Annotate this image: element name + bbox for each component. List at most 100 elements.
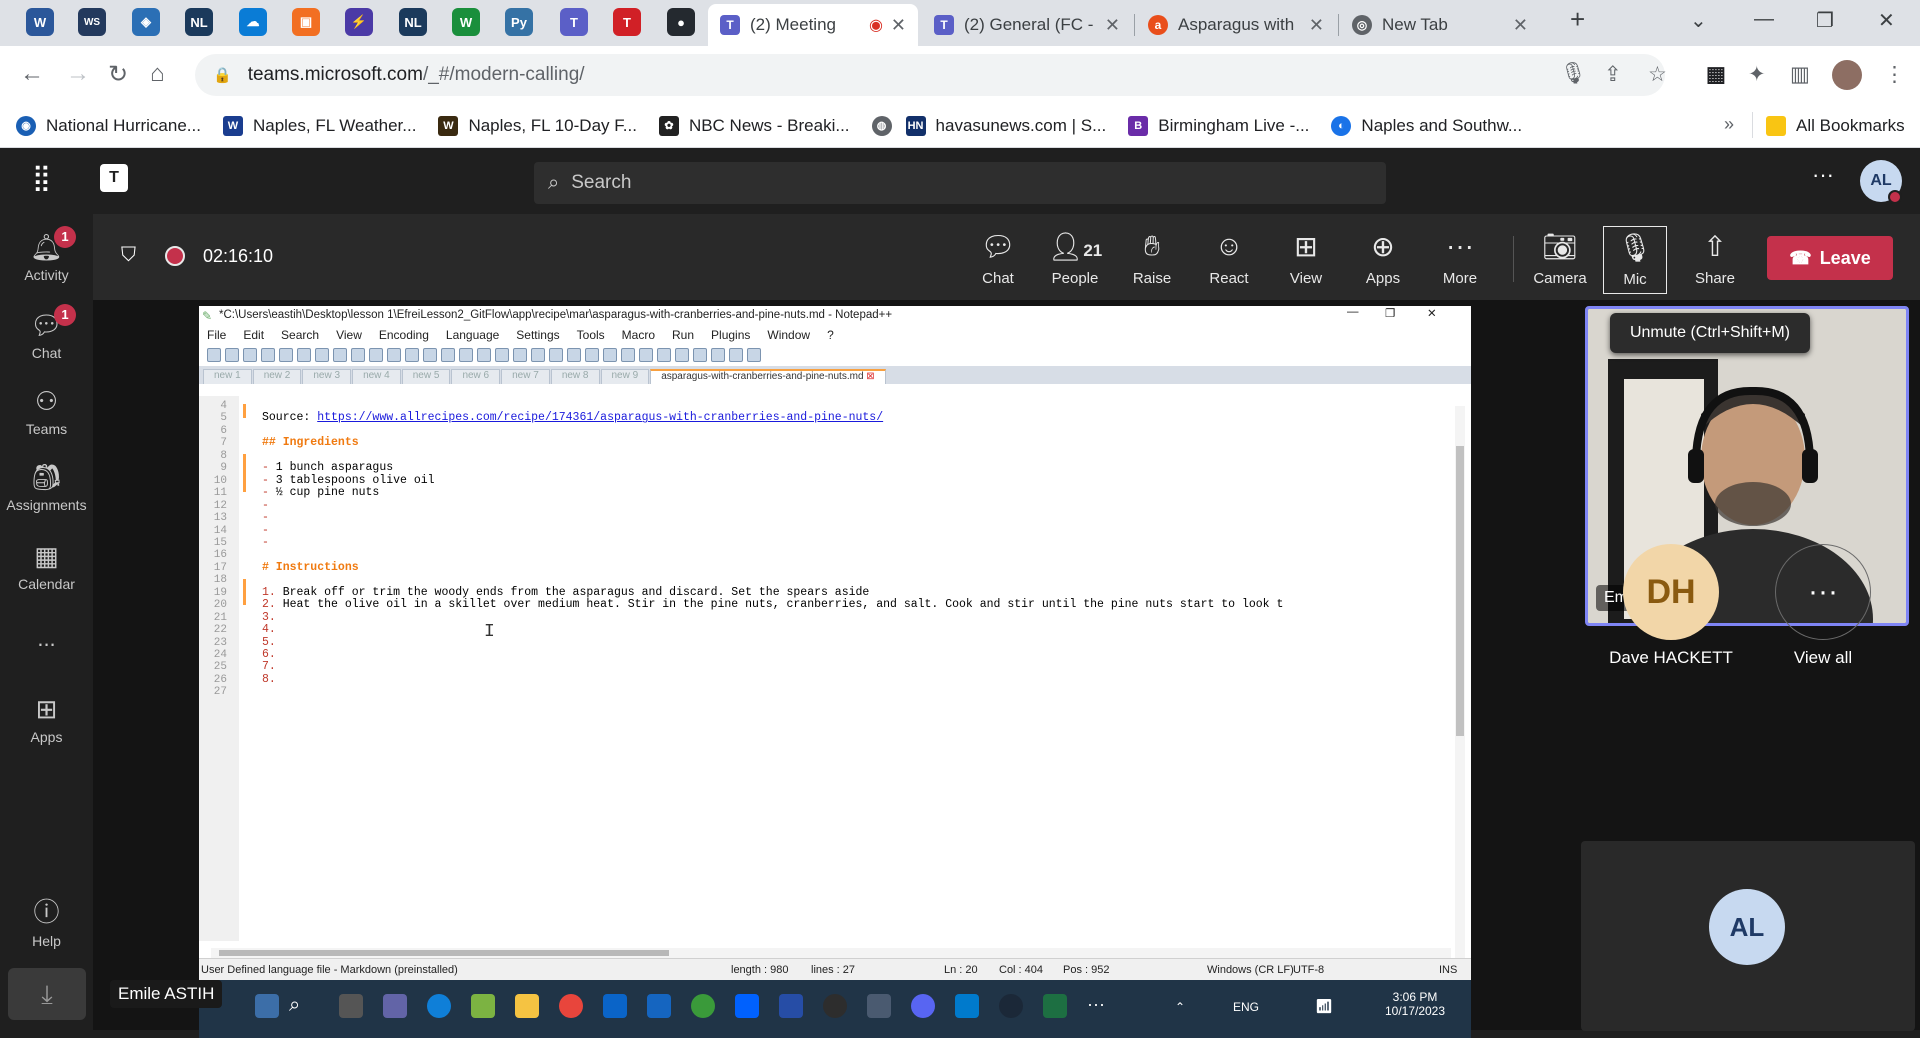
menu-tools[interactable]: Tools — [577, 328, 605, 342]
doc-tab[interactable]: new 6 — [451, 369, 501, 384]
doc-tab[interactable]: new 3 — [302, 369, 352, 384]
share-icon[interactable]: ⇪ — [1604, 62, 1622, 87]
more-button[interactable]: ··· More — [1424, 230, 1496, 287]
bookmark-item[interactable]: ◐ Naples and Southw... — [1331, 115, 1522, 136]
doc-tab[interactable]: new 9 — [600, 369, 650, 384]
chat-button[interactable]: 💬︎ Chat — [962, 230, 1034, 287]
zoom-out-icon[interactable] — [477, 348, 491, 362]
steam-icon[interactable] — [999, 994, 1023, 1018]
save-all-icon[interactable] — [261, 348, 275, 362]
chrome-icon[interactable] — [559, 994, 583, 1018]
shield-icon[interactable]: ◈ — [132, 8, 160, 36]
menu-macro[interactable]: Macro — [622, 328, 655, 342]
extension-icon[interactable]: ▦ — [1706, 62, 1726, 87]
language-indicator[interactable]: ENG — [1233, 1000, 1259, 1014]
forward-icon[interactable]: → — [66, 60, 90, 88]
rail-item-teams[interactable]: ⚇ Teams — [0, 386, 93, 437]
menu-view[interactable]: View — [336, 328, 362, 342]
menu-run[interactable]: Run — [672, 328, 694, 342]
vpn-icon[interactable] — [823, 994, 847, 1018]
bookmark-item[interactable]: W Naples, FL Weather... — [222, 115, 416, 136]
doc-tab-active[interactable]: asparagus-with-cranberries-and-pine-nuts… — [650, 369, 886, 384]
vscode-icon[interactable] — [955, 994, 979, 1018]
bookmark-item[interactable]: HN havasunews.com | S... — [905, 115, 1106, 136]
close-icon[interactable] — [279, 348, 293, 362]
bookmark-item[interactable]: W Naples, FL 10-Day F... — [438, 115, 637, 136]
vertical-scrollbar[interactable] — [1455, 406, 1465, 986]
doc-tab[interactable]: new 1 — [203, 369, 252, 384]
udl-icon[interactable] — [585, 348, 599, 362]
new-tab-icon[interactable]: + — [1570, 4, 1585, 35]
menu-language[interactable]: Language — [446, 328, 499, 342]
all-chars-icon[interactable] — [549, 348, 563, 362]
download-icon[interactable]: ⤓ — [8, 968, 86, 1020]
func-list-icon[interactable] — [621, 348, 635, 362]
menu-encoding[interactable]: Encoding — [379, 328, 429, 342]
bookmark-item[interactable]: ◉ National Hurricane... — [16, 115, 201, 136]
lightning-icon[interactable]: ⚡ — [345, 8, 373, 36]
search-input[interactable]: ⌕ Search — [534, 162, 1386, 204]
menu-help[interactable]: ? — [827, 328, 834, 342]
url-field[interactable]: 🔒 teams.microsoft.com/_#/modern-calling/ — [195, 54, 1665, 96]
excel-icon[interactable] — [1043, 994, 1067, 1018]
menu-plugins[interactable]: Plugins — [711, 328, 750, 342]
teams-icon[interactable] — [383, 994, 407, 1018]
bookmark-item[interactable]: B Birmingham Live -... — [1128, 115, 1309, 136]
rail-item-help[interactable]: ⓘ Help — [0, 892, 93, 949]
discord-icon[interactable] — [911, 994, 935, 1018]
replace-icon[interactable] — [441, 348, 455, 362]
play-multi-icon[interactable] — [729, 348, 743, 362]
menu-window[interactable]: Window — [767, 328, 810, 342]
wrap-icon[interactable] — [531, 348, 545, 362]
editor[interactable]: 4 5 6 7 8 9 10 11 12 13 14 15 16 17 18 19 20 21 22 23 24 25 26… — [199, 396, 1471, 941]
more-options-icon[interactable]: ··· — [1812, 162, 1834, 188]
view-button[interactable]: ⊞ View — [1270, 230, 1342, 287]
edge-icon[interactable] — [427, 994, 451, 1018]
nl-icon[interactable]: NL — [399, 8, 427, 36]
close-icon[interactable]: ✕ — [1309, 15, 1324, 36]
cube-icon[interactable] — [867, 994, 891, 1018]
share-button[interactable]: ⇧ Share — [1679, 230, 1751, 287]
scroll-thumb[interactable] — [219, 950, 669, 956]
close-window-icon[interactable]: ✕ — [1878, 8, 1895, 33]
clock[interactable]: 3:06 PM 10/17/2023 — [1375, 990, 1455, 1018]
print-icon[interactable] — [315, 348, 329, 362]
horizontal-scrollbar[interactable] — [211, 948, 1451, 958]
start-icon[interactable] — [255, 994, 279, 1018]
github-icon[interactable]: ● — [667, 8, 695, 36]
restore-icon[interactable]: ❐ — [1385, 306, 1395, 320]
profile-avatar[interactable] — [1832, 60, 1862, 90]
teams-icon[interactable]: T — [560, 8, 588, 36]
camera-button[interactable]: 📷︎ Camera — [1524, 230, 1596, 287]
cut-icon[interactable] — [333, 348, 347, 362]
leave-button[interactable]: ☎︎ Leave — [1767, 236, 1893, 280]
close-icon[interactable]: ✕ — [891, 15, 906, 36]
more-icon[interactable]: ··· — [1087, 994, 1111, 1018]
up-arrow-icon[interactable]: ⌃ — [1175, 1000, 1185, 1014]
doc-tab[interactable]: new 5 — [401, 369, 451, 384]
bookmark-item[interactable]: ✿ NBC News - Breaki... — [658, 115, 850, 136]
rail-item-chat[interactable]: 💬︎ 1 Chat — [0, 304, 93, 361]
doc-tab[interactable]: new 7 — [501, 369, 550, 384]
play-icon[interactable] — [711, 348, 725, 362]
paste-icon[interactable] — [369, 348, 383, 362]
figma-icon[interactable]: ▣ — [292, 8, 320, 36]
dropbox-icon[interactable] — [735, 994, 759, 1018]
app-icon[interactable] — [779, 994, 803, 1018]
chevron-down-icon[interactable]: ⌄ — [1690, 8, 1707, 33]
sync-h-icon[interactable] — [513, 348, 527, 362]
w-icon[interactable]: W — [452, 8, 480, 36]
rail-item-activity[interactable]: 🔔︎ 1 Activity — [0, 226, 93, 283]
app-icon[interactable] — [691, 994, 715, 1018]
doc-tab[interactable]: new 8 — [550, 369, 600, 384]
tab-new-tab[interactable]: ◎ New Tab ✕ — [1340, 4, 1540, 46]
menu-edit[interactable]: Edit — [243, 328, 264, 342]
nl-icon[interactable]: NL — [185, 8, 213, 36]
bookmark-item[interactable]: ◍ — [871, 115, 902, 136]
onedrive-icon[interactable]: ☁ — [239, 8, 267, 36]
store-icon[interactable] — [647, 994, 671, 1018]
minimize-icon[interactable]: — — [1754, 8, 1774, 31]
source-link[interactable]: https://www.allrecipes.com/recipe/174361… — [317, 411, 883, 424]
outlook-icon[interactable] — [603, 994, 627, 1018]
search-icon[interactable]: ⌕ — [289, 994, 313, 1018]
